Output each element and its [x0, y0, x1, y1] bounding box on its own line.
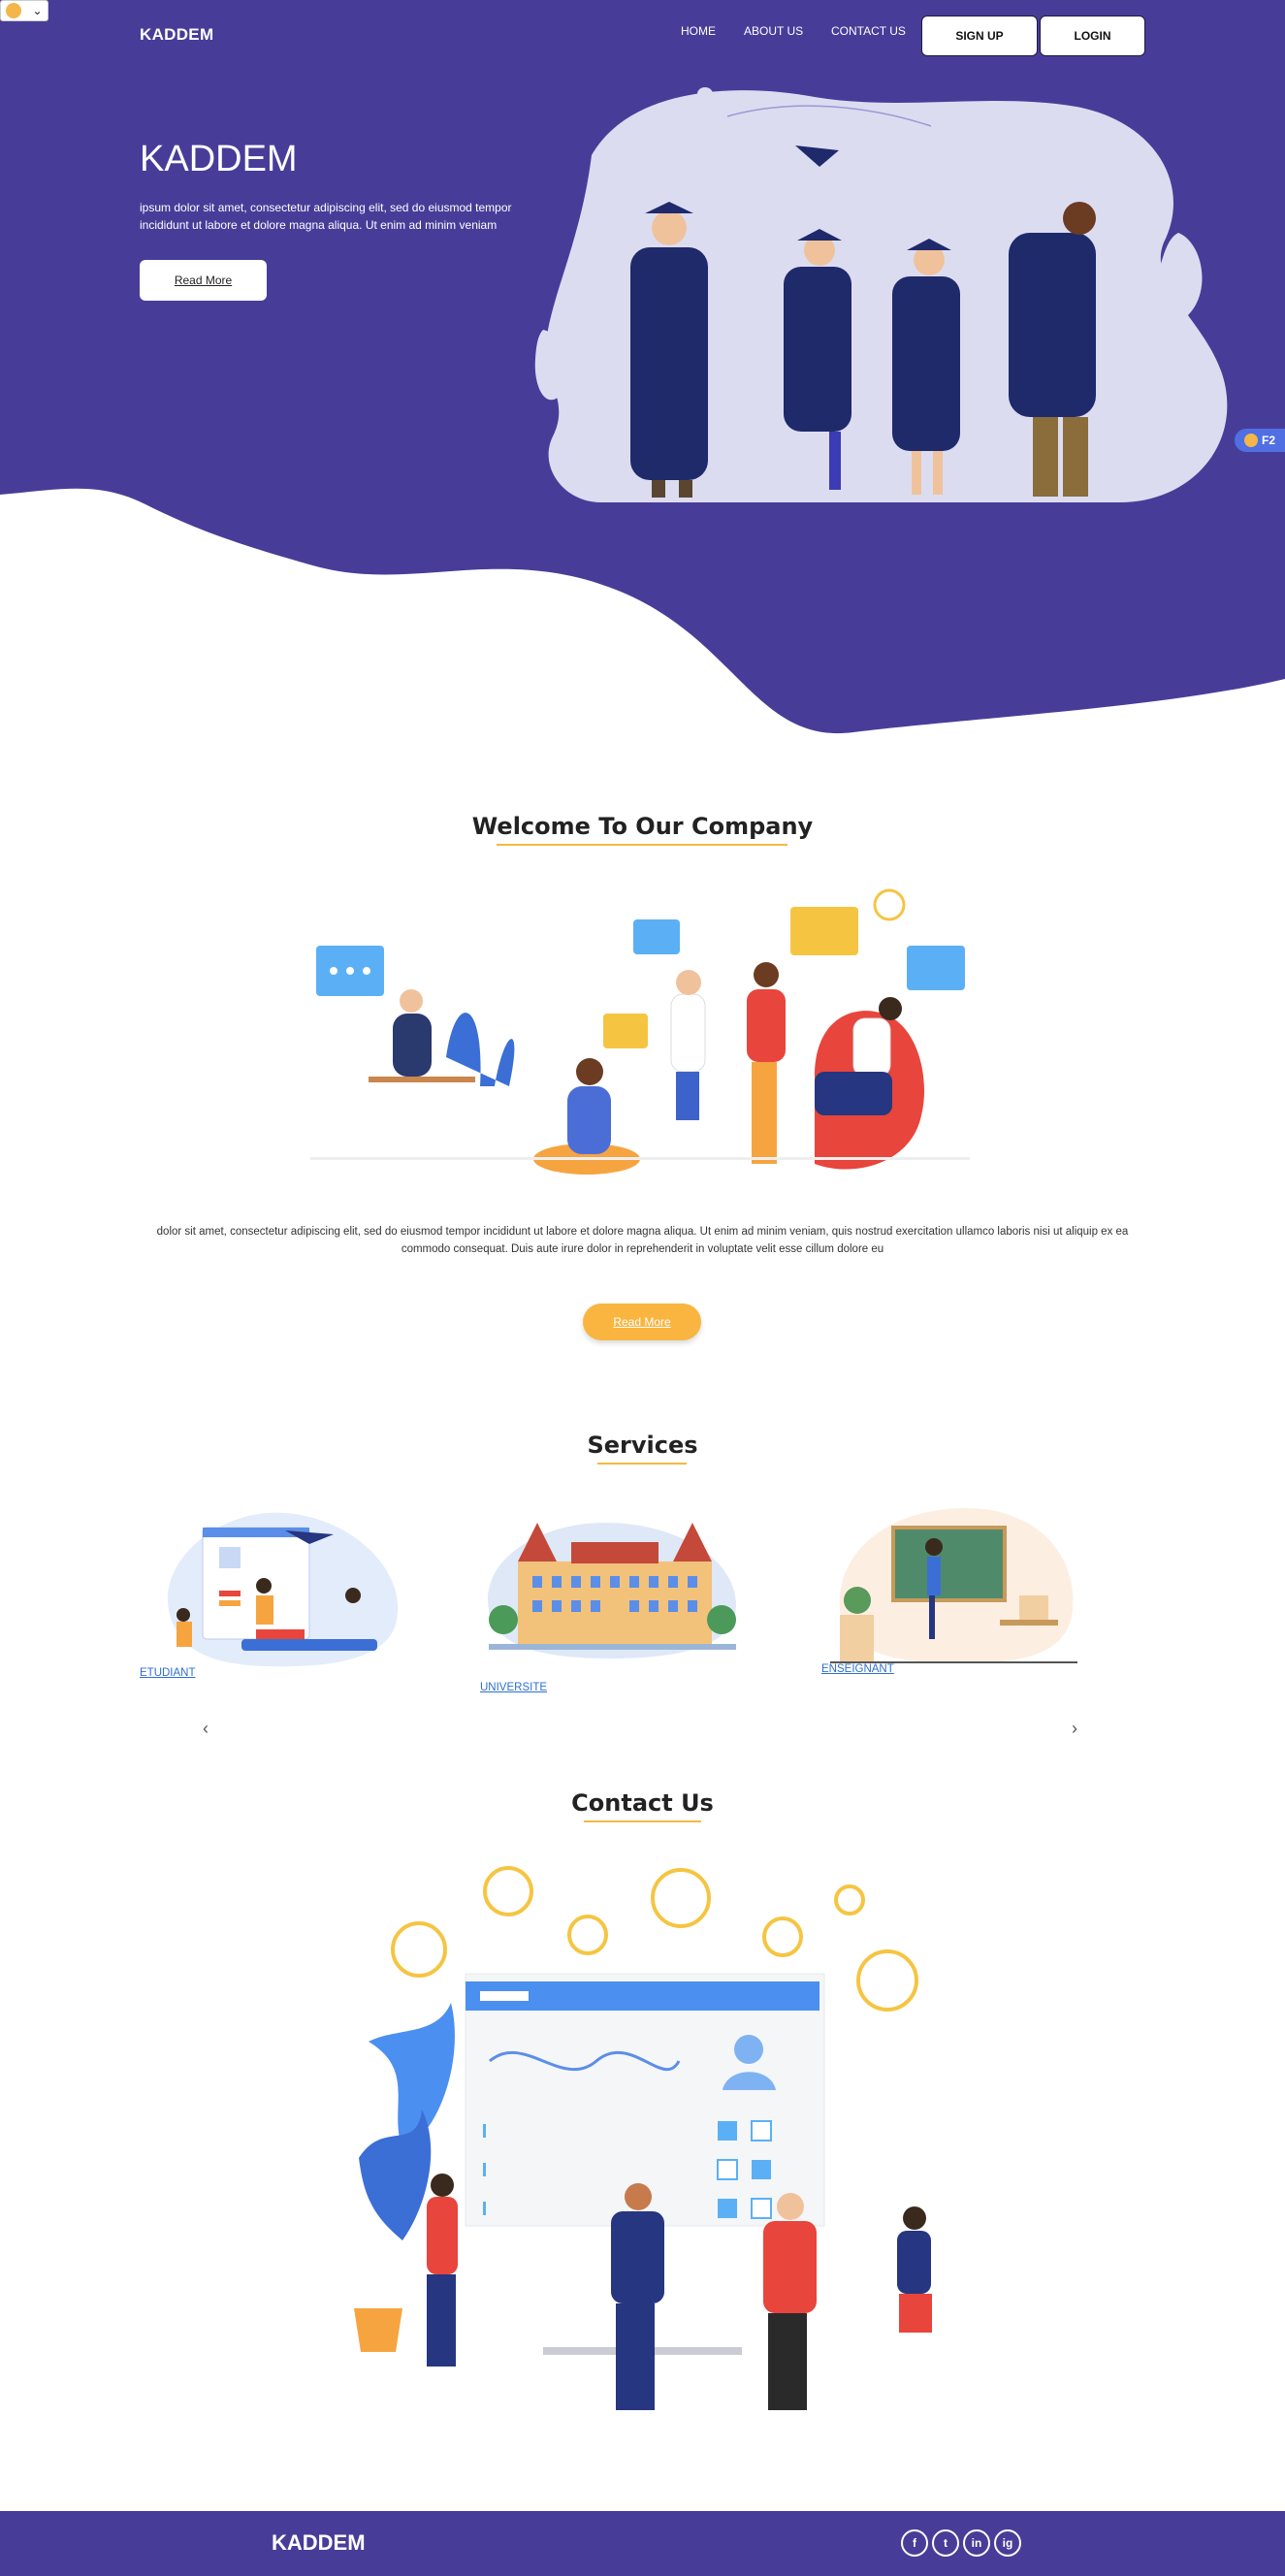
welcome-title: Welcome To Our Company	[471, 813, 814, 840]
hero-section: KADDEM HOME ABOUT US CONTACT US SIGN UP …	[0, 0, 1285, 737]
service-universite-image	[487, 1523, 736, 1658]
welcome-read-more-button[interactable]: Read More	[583, 1304, 701, 1340]
chevron-right-icon[interactable]: ›	[1072, 1719, 1077, 1739]
signup-button[interactable]: SIGN UP	[921, 16, 1038, 56]
services-title: Services	[587, 1432, 698, 1459]
nav-contact[interactable]: CONTACT US	[831, 24, 906, 38]
contact-title-underline	[584, 1820, 701, 1822]
twitter-icon[interactable]: t	[932, 2529, 959, 2557]
hero-background	[0, 0, 1285, 734]
hero-text: ipsum dolor sit amet, consectetur adipis…	[140, 201, 512, 232]
welcome-illustration	[310, 888, 970, 1175]
chevron-left-icon[interactable]: ‹	[203, 1719, 209, 1739]
service-link-etudiant[interactable]: ETUDIANT	[140, 1667, 196, 1679]
nav-home[interactable]: HOME	[681, 24, 716, 38]
extension-widget[interactable]: ⌄	[0, 0, 48, 21]
instagram-icon[interactable]: ig	[994, 2529, 1021, 2557]
welcome-title-underline	[497, 844, 787, 846]
welcome-text: dolor sit amet, consectetur adipiscing e…	[156, 1226, 1129, 1255]
footer: KADDEM f t in ig	[0, 2511, 1285, 2576]
services-title-underline	[597, 1463, 687, 1465]
hero-read-more-button[interactable]: Read More	[140, 260, 267, 301]
extension-icon	[6, 3, 22, 18]
service-enseignant-image	[830, 1508, 1077, 1663]
contact-title: Contact Us	[571, 1789, 714, 1817]
facebook-icon[interactable]: f	[901, 2529, 928, 2557]
floating-badge[interactable]: F2	[1235, 429, 1285, 452]
contact-illustration	[354, 1866, 932, 2410]
linkedin-icon[interactable]: in	[963, 2529, 990, 2557]
service-link-universite[interactable]: UNIVERSITE	[480, 1682, 547, 1693]
footer-brand[interactable]: KADDEM	[272, 2530, 366, 2556]
nav-about[interactable]: ABOUT US	[744, 24, 803, 38]
service-link-enseignant[interactable]: ENSEIGNANT	[821, 1663, 894, 1675]
badge-icon	[1243, 434, 1258, 447]
hero-title: KADDEM	[140, 139, 298, 179]
brand-logo[interactable]: KADDEM	[140, 25, 213, 45]
service-etudiant-image	[167, 1512, 399, 1667]
chevron-down-icon: ⌄	[32, 4, 43, 17]
login-button[interactable]: LOGIN	[1040, 16, 1145, 56]
badge-label: F2	[1261, 434, 1275, 447]
